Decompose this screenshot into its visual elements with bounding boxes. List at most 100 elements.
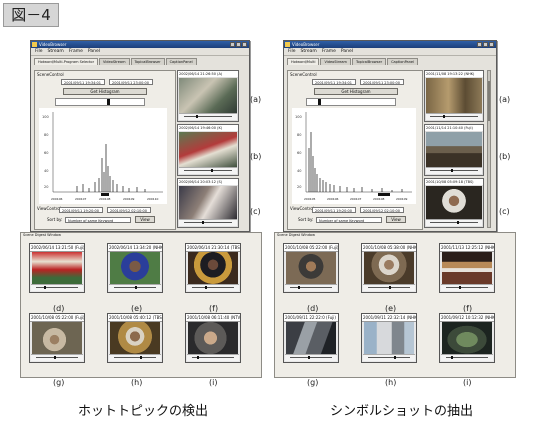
range-end-field[interactable]: 2001/09/11 23:00:00 bbox=[360, 79, 404, 85]
menu-panel[interactable]: Panel bbox=[341, 48, 353, 55]
side-thumbnail[interactable]: 2001/10/08 05:09:18 (TBS) bbox=[424, 178, 484, 228]
minimize-button[interactable] bbox=[230, 42, 235, 47]
minimize-button[interactable] bbox=[477, 42, 482, 47]
result-thumbnail[interactable]: 2001/10/08 05:22:00 (Fuji) bbox=[283, 243, 339, 293]
side-thumbnail[interactable]: 2002/06/14 21:26:50 (A) bbox=[177, 70, 239, 122]
thumbnail-playbar[interactable] bbox=[426, 167, 482, 174]
menu-frame[interactable]: Frame bbox=[322, 48, 336, 55]
thumbnail-image bbox=[426, 78, 482, 113]
result-thumbnail[interactable]: 2001/09/11 22:32:14 (NHK) bbox=[361, 313, 417, 363]
get-histogram-button[interactable]: Get Histogram bbox=[314, 88, 398, 95]
menu-panel[interactable]: Panel bbox=[88, 48, 100, 55]
thumbnail-playbar[interactable] bbox=[109, 354, 161, 361]
time-range-slider[interactable] bbox=[55, 98, 145, 106]
maximize-button[interactable] bbox=[483, 42, 488, 47]
range-start-field[interactable]: 2001/09/11 19:34:01 bbox=[61, 79, 105, 85]
range-start-field[interactable]: 2001/09/11 19:34:01 bbox=[312, 79, 356, 85]
result-thumbnail[interactable]: 2001/10/08 05:22:00 (Fuji) bbox=[29, 313, 85, 363]
menu-frame[interactable]: Frame bbox=[69, 48, 83, 55]
thumbnail-playbar[interactable] bbox=[109, 284, 161, 291]
axis-tick: 200109 bbox=[396, 197, 408, 201]
result-thumbnail[interactable]: 2001/10/08 05:40:12 (TBS) bbox=[107, 313, 163, 363]
menu-stream[interactable]: Stream bbox=[301, 48, 317, 55]
thumbnail-playbar[interactable] bbox=[187, 354, 239, 361]
thumbnail-caption: 2002/06/14 21:30:14 (TBS) bbox=[186, 244, 240, 252]
axis-tick: 200105 bbox=[304, 197, 316, 201]
result-thumbnail[interactable]: 2001/11/13 12:25:12 (NHK) bbox=[439, 243, 495, 293]
thumbnail-caption: 2001/09/11 22:32:14 (NHK) bbox=[362, 314, 416, 322]
view-end-field[interactable]: 2001/09/12 02:10:00 bbox=[107, 207, 151, 213]
result-thumbnail[interactable]: 2001/10/08 06:11:40 (NTV) bbox=[185, 313, 241, 363]
svg-text:40: 40 bbox=[44, 169, 48, 173]
close-button[interactable] bbox=[242, 42, 247, 47]
side-scrollbar[interactable] bbox=[487, 70, 491, 228]
menu-file[interactable]: File bbox=[288, 48, 296, 55]
slider-knob[interactable] bbox=[107, 99, 111, 105]
time-range-slider[interactable] bbox=[306, 98, 396, 106]
side-thumbnail[interactable]: 2002/06/14 20:03:12 (S) bbox=[177, 178, 239, 228]
view-start-field[interactable]: 2001/09/11 19:20:00 bbox=[312, 207, 356, 213]
menu-stream[interactable]: Stream bbox=[48, 48, 64, 55]
view-button[interactable]: View bbox=[386, 216, 406, 223]
result-thumbnail[interactable]: 2001/10/08 05:38:00 (NHK) bbox=[361, 243, 417, 293]
thumbnail-caption: 2001/09/12 10:12:32 (NHK) bbox=[440, 314, 494, 322]
thumbnail-image bbox=[286, 252, 336, 284]
view-start-field[interactable]: 2001/09/11 19:20:00 bbox=[59, 207, 103, 213]
side-thumbnail[interactable]: 2001/11/08 19:13:22 (NHK) bbox=[424, 70, 484, 122]
tab-videostream[interactable]: VideoStream bbox=[99, 58, 130, 65]
thumbnail-playbar[interactable] bbox=[426, 113, 482, 120]
label-i: (i) bbox=[209, 378, 218, 387]
thumbnail-playbar[interactable] bbox=[441, 284, 493, 291]
thumbnail-playbar[interactable] bbox=[31, 354, 83, 361]
maximize-button[interactable] bbox=[236, 42, 241, 47]
thumbnail-image bbox=[364, 252, 414, 284]
thumbnail-image bbox=[426, 132, 482, 167]
axis-tick: 200109 bbox=[123, 197, 135, 201]
range-end-field[interactable]: 2001/09/11 23:00:00 bbox=[109, 79, 153, 85]
result-thumbnail[interactable]: 2002/06/14 21:30:14 (TBS) bbox=[185, 243, 241, 293]
view-button[interactable]: View bbox=[135, 216, 155, 223]
result-thumbnail[interactable]: 2002/06/14 13:21:50 (Fuji) bbox=[29, 243, 85, 293]
right-tab-bar: Hotword/Multi VideoStream TopicalBrowser… bbox=[284, 56, 496, 65]
svg-text:80: 80 bbox=[44, 133, 48, 137]
result-thumbnail[interactable]: 2001/09/11 22:22:0 (Fuji) bbox=[283, 313, 339, 363]
thumbnail-playbar[interactable] bbox=[187, 284, 239, 291]
sort-select[interactable]: Number of same Keyword bbox=[316, 217, 382, 223]
sort-label: Sort by: bbox=[47, 217, 63, 222]
thumbnail-image bbox=[179, 132, 237, 167]
tab-caption[interactable]: CaptionPanel bbox=[165, 58, 197, 65]
result-thumbnail[interactable]: 2002/06/14 13:34:20 (NHK) bbox=[107, 243, 163, 293]
window-controls bbox=[230, 42, 247, 47]
thumbnail-playbar[interactable] bbox=[363, 284, 415, 291]
thumbnail-caption: 2002/06/14 13:21:50 (Fuji) bbox=[30, 244, 84, 252]
get-histogram-button[interactable]: Get Histogram bbox=[63, 88, 147, 95]
tab-topical[interactable]: TopicalBrowser bbox=[351, 58, 387, 65]
app-icon bbox=[32, 42, 37, 47]
svg-text:60: 60 bbox=[44, 151, 48, 155]
label-a: (a) bbox=[499, 95, 511, 104]
tab-hotword[interactable]: Hotword/Multi bbox=[287, 58, 320, 65]
menu-file[interactable]: File bbox=[35, 48, 43, 55]
side-thumbnail[interactable]: 2001/11/14 21:10:40 (Fuji) bbox=[424, 124, 484, 176]
thumbnail-caption: 2002/06/14 13:34:20 (NHK) bbox=[108, 244, 162, 252]
thumbnail-playbar[interactable] bbox=[179, 113, 237, 120]
thumbnail-playbar[interactable] bbox=[179, 219, 237, 226]
result-thumbnail[interactable]: 2001/09/12 10:12:32 (NHK) bbox=[439, 313, 495, 363]
thumbnail-playbar[interactable] bbox=[426, 219, 482, 226]
view-end-field[interactable]: 2001/09/12 02:10:00 bbox=[360, 207, 404, 213]
thumbnail-playbar[interactable] bbox=[285, 354, 337, 361]
tab-caption[interactable]: CaptionPanel bbox=[387, 58, 419, 65]
sort-select[interactable]: Number of same Keyword bbox=[65, 217, 131, 223]
thumbnail-playbar[interactable] bbox=[31, 284, 83, 291]
tab-videostream[interactable]: VideoStream bbox=[320, 58, 351, 65]
thumbnail-playbar[interactable] bbox=[363, 354, 415, 361]
thumbnail-caption: 2002/06/14 19:46:00 (K) bbox=[178, 125, 238, 131]
tab-topical[interactable]: TopicalBrowser bbox=[130, 58, 165, 65]
thumbnail-playbar[interactable] bbox=[179, 167, 237, 174]
thumbnail-playbar[interactable] bbox=[285, 284, 337, 291]
side-thumbnail[interactable]: 2002/06/14 19:46:00 (K) bbox=[177, 124, 239, 176]
tab-hotword[interactable]: Hotword/Multi-Program Selector bbox=[34, 58, 99, 65]
close-button[interactable] bbox=[489, 42, 494, 47]
slider-knob[interactable] bbox=[317, 99, 321, 105]
thumbnail-playbar[interactable] bbox=[441, 354, 493, 361]
